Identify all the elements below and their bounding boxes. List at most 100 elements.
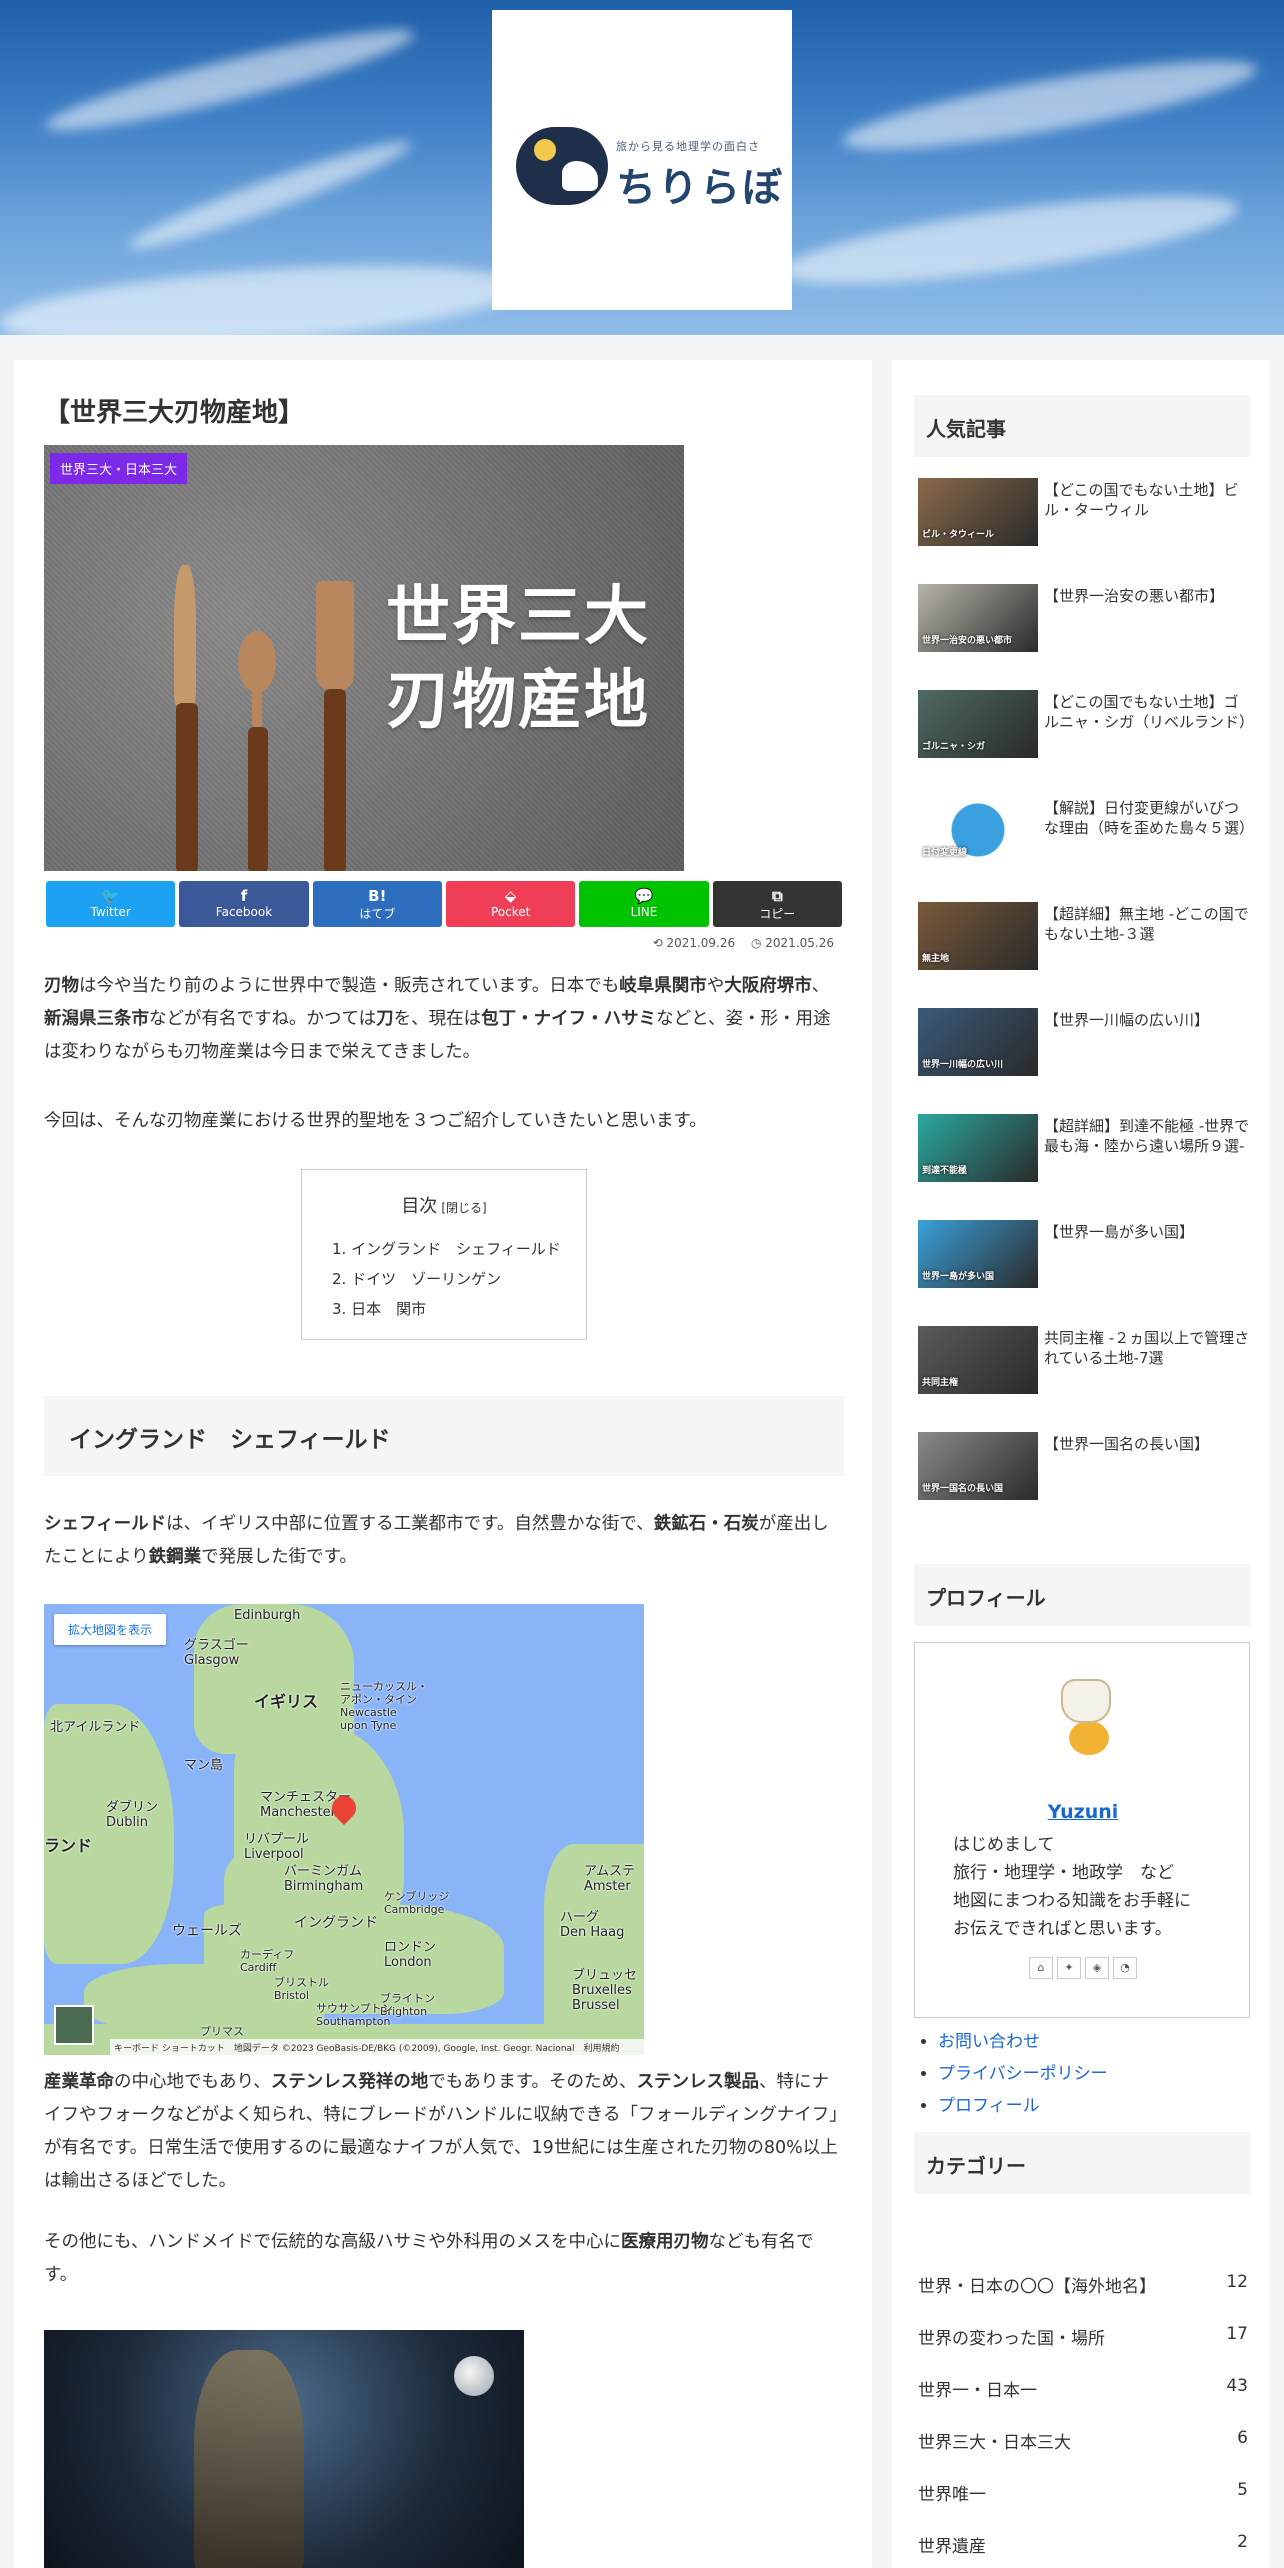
- cloud-streak: [40, 14, 420, 146]
- rss-icon[interactable]: ◔: [1113, 1957, 1137, 1979]
- post-title-link[interactable]: 共同主権 -２ヵ国以上で管理されている土地-7選: [1044, 1328, 1250, 1368]
- post-title-link[interactable]: 【どこの国でもない土地】ゴルニャ・シガ（リベルランド）: [1044, 692, 1254, 732]
- embedded-map[interactable]: Edinburgh グラスゴー Glasgow ニューカッスル・ アポン・タイン…: [44, 1604, 644, 2055]
- share-line-button[interactable]: 💬 LINE: [579, 881, 709, 927]
- hatena-icon: B!: [368, 887, 387, 905]
- post-thumbnail[interactable]: 世界一治安の悪い都市: [918, 584, 1038, 652]
- table-of-contents: 目次 [閉じる] 1. イングランド シェフィールド 2. ドイツ ゾーリンゲン 3.…: [301, 1169, 587, 1340]
- pocket-icon: ⬙: [504, 887, 517, 905]
- toc-toggle[interactable]: [閉じる]: [441, 1201, 486, 1215]
- avatar: [1051, 1679, 1121, 1757]
- category-name: 世界遺産: [918, 2537, 986, 2557]
- share-hatena-button[interactable]: B! はてブ: [312, 881, 442, 927]
- popular-post-item[interactable]: ゴルニャ・シガ 【どこの国でもない土地】ゴルニャ・シガ（リベルランド）: [918, 690, 1254, 760]
- profile-description-line: はじめまして: [953, 1835, 1055, 1855]
- footer-link[interactable]: プロフィール: [938, 2096, 1040, 2116]
- post-thumbnail[interactable]: ビル・タウィール: [918, 478, 1038, 546]
- profile-name[interactable]: Yuzuni: [915, 1801, 1251, 1823]
- expand-map-button[interactable]: 拡大地図を表示: [54, 1614, 167, 1645]
- map-label: ランド: [44, 1836, 93, 1855]
- profile-card: Yuzuni はじめまして旅行・地理学・地政学 など 地図にまつわる知識をお手軽に…: [914, 1642, 1250, 2018]
- popular-post-item[interactable]: 世界一島が多い国 【世界一島が多い国】: [918, 1220, 1248, 1290]
- post-thumbnail[interactable]: 世界一島が多い国: [918, 1220, 1038, 1288]
- category-title: カテゴリー: [914, 2132, 1250, 2194]
- toc-item[interactable]: 1. イングランド シェフィールド: [332, 1234, 586, 1264]
- post-thumbnail[interactable]: 到達不能極: [918, 1114, 1038, 1182]
- map-label: ブリュッセ Bruxelles Brussel: [572, 1968, 638, 2013]
- popular-post-item[interactable]: 無主地 【超詳細】無主地 -どこの国でもない土地-３選: [918, 902, 1250, 972]
- post-title-link[interactable]: 【世界一治安の悪い都市】: [1044, 586, 1250, 606]
- map-label: プリマス: [200, 2025, 244, 2038]
- section-paragraph-3: その他にも、ハンドメイドで伝統的な高級ハサミや外科用のメスを中心に医療用刃物など…: [44, 2226, 844, 2292]
- thumbnail-caption: 世界一国名の長い国: [922, 1484, 1004, 1494]
- main-content: 【世界三大刃物産地】 世界三大 刃物産地 世界三大・日本三大 🐦 Twitter f…: [14, 360, 872, 2568]
- post-title-link[interactable]: 【世界一国名の長い国】: [1044, 1434, 1250, 1454]
- post-title-link[interactable]: 【世界一川幅の広い川】: [1044, 1010, 1250, 1030]
- map-label: ウェールズ: [172, 1923, 242, 1939]
- category-item[interactable]: 世界三大・日本三大 6: [918, 2428, 1248, 2453]
- category-name: 世界一・日本一: [918, 2381, 1037, 2401]
- category-item[interactable]: 世界の変わった国・場所 17: [918, 2324, 1248, 2349]
- post-title-link[interactable]: 【世界一島が多い国】: [1044, 1222, 1250, 1242]
- thumbnail-caption: 無主地: [922, 954, 950, 964]
- cloud-streak: [778, 178, 1242, 302]
- popular-post-item[interactable]: 世界一治安の悪い都市 【世界一治安の悪い都市】: [918, 584, 1248, 654]
- category-item[interactable]: 世界遺産 2: [918, 2532, 1248, 2557]
- text: は今や当たり前のように世界中で製造・販売されています。日本でも: [79, 976, 620, 996]
- logo-tagline: 旅から見る地理学の面白さ: [616, 140, 760, 153]
- twitter-icon[interactable]: ✦: [1057, 1957, 1081, 1979]
- popular-post-item[interactable]: ビル・タウィール 【どこの国でもない土地】ビル・ターウィル: [918, 478, 1248, 548]
- profile-description-line: お伝えできればと思います。: [953, 1919, 1172, 1939]
- share-label: はてブ: [359, 907, 396, 921]
- popular-post-item[interactable]: 世界一川幅の広い川 【世界一川幅の広い川】: [918, 1008, 1248, 1078]
- map-label: イギリス: [254, 1692, 319, 1711]
- post-title-link[interactable]: 【超詳細】無主地 -どこの国でもない土地-３選: [1044, 904, 1250, 944]
- profile-social-icons: ⌂ ✦ ◈ ◔: [1029, 1957, 1137, 1979]
- bold-text: 刀: [376, 1009, 394, 1029]
- bold-text: 鉄鉱石・石炭: [653, 1514, 759, 1534]
- post-thumbnail[interactable]: 世界一川幅の広い川: [918, 1008, 1038, 1076]
- category-badge[interactable]: 世界三大・日本三大: [50, 453, 188, 484]
- share-pocket-button[interactable]: ⬙ Pocket: [445, 881, 576, 927]
- footer-link[interactable]: プライバシーポリシー: [938, 2064, 1108, 2084]
- category-item[interactable]: 世界・日本の〇〇【海外地名】 12: [918, 2272, 1248, 2297]
- post-title-link[interactable]: 【超詳細】到達不能極 -世界で最も海・陸から遠い場所９選-: [1044, 1116, 1250, 1156]
- toc-item[interactable]: 2. ドイツ ゾーリンゲン: [332, 1264, 586, 1294]
- bold-text: ステンレス製品: [636, 2072, 760, 2092]
- category-item[interactable]: 世界一・日本一 43: [918, 2376, 1248, 2401]
- post-title-link[interactable]: 【解説】日付変更線がいびつな理由（時を歪めた島々５選）: [1044, 798, 1254, 838]
- category-count: 5: [1237, 2480, 1248, 2500]
- copy-icon: ⧉: [771, 887, 783, 905]
- footer-link[interactable]: お問い合わせ: [938, 2032, 1040, 2052]
- popular-post-item[interactable]: 世界一国名の長い国 【世界一国名の長い国】: [918, 1432, 1248, 1502]
- facebook-icon: f: [240, 887, 248, 905]
- home-icon[interactable]: ⌂: [1029, 1957, 1053, 1979]
- sidebar: 人気記事 ビル・タウィール 【どこの国でもない土地】ビル・ターウィル 世界一治安の悪…: [892, 360, 1270, 2568]
- post-thumbnail[interactable]: 世界一国名の長い国: [918, 1432, 1038, 1500]
- popular-post-item[interactable]: 日付変更線 【解説】日付変更線がいびつな理由（時を歪めた島々５選）: [918, 796, 1254, 866]
- logo-text: ちりらぼ: [616, 165, 784, 211]
- post-thumbnail[interactable]: 無主地: [918, 902, 1038, 970]
- post-title-link[interactable]: 【どこの国でもない土地】ビル・ターウィル: [1044, 480, 1250, 520]
- share-label: Twitter: [90, 905, 131, 919]
- share-twitter-button[interactable]: 🐦 Twitter: [46, 881, 176, 927]
- post-thumbnail[interactable]: 共同主権: [918, 1326, 1038, 1394]
- site-logo[interactable]: 旅から見る地理学の面白さ ちりらぼ: [492, 10, 792, 310]
- popular-post-item[interactable]: 到達不能極 【超詳細】到達不能極 -世界で最も海・陸から遠い場所９選-: [918, 1114, 1250, 1184]
- profile-description-line: 旅行・地理学・地政学 など: [953, 1863, 1174, 1883]
- copy-button[interactable]: ⧉ コピー: [712, 881, 842, 927]
- bold-text: 刃物: [44, 976, 79, 996]
- satellite-toggle[interactable]: [54, 2005, 94, 2045]
- feedly-icon[interactable]: ◈: [1085, 1957, 1109, 1979]
- profile-description-line: 地図にまつわる知識をお手軽に: [953, 1891, 1191, 1911]
- category-item[interactable]: 世界唯一 5: [918, 2480, 1248, 2505]
- map-label: ケンブリッジ Cambridge: [384, 1890, 450, 1916]
- text: は、イギリス中部に位置する工業都市です。自然豊かな街で、: [166, 1514, 654, 1534]
- post-thumbnail[interactable]: 日付変更線: [918, 796, 1038, 864]
- popular-post-item[interactable]: 共同主権 共同主権 -２ヵ国以上で管理されている土地-7選: [918, 1326, 1250, 1396]
- thumbnail-caption: 世界一川幅の広い川: [922, 1060, 1004, 1070]
- share-facebook-button[interactable]: f Facebook: [179, 881, 309, 927]
- toc-item[interactable]: 3. 日本 関市: [332, 1294, 586, 1324]
- cloud-streak: [123, 129, 417, 261]
- post-thumbnail[interactable]: ゴルニャ・シガ: [918, 690, 1038, 758]
